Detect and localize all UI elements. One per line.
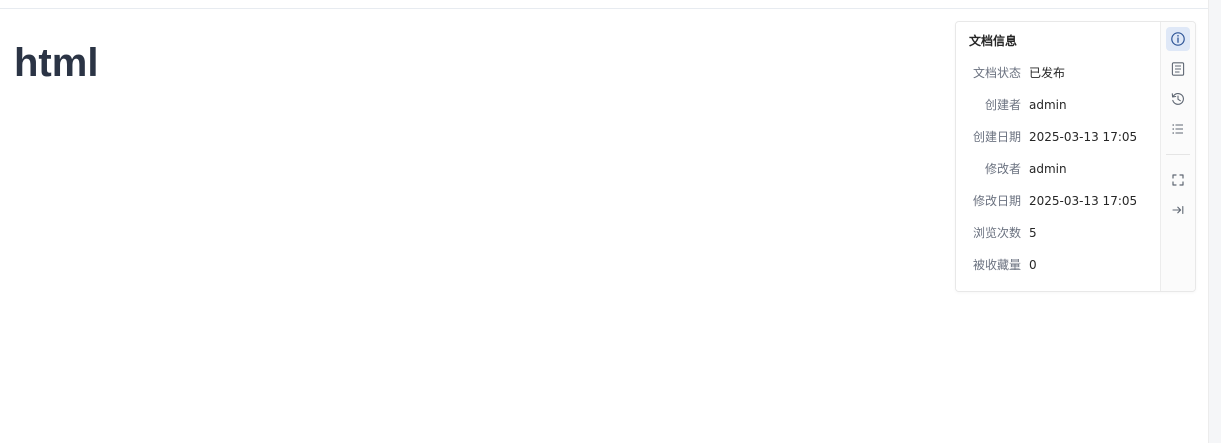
info-value: 5	[1029, 226, 1037, 240]
info-row-document-status: 文档状态 已发布	[956, 64, 1160, 82]
info-row-created-date: 创建日期 2025-03-13 17:05	[956, 128, 1160, 146]
info-label: 被收藏量	[972, 258, 1021, 272]
info-label: 修改日期	[972, 194, 1021, 208]
info-icon	[1171, 32, 1185, 46]
vertical-scrollbar[interactable]	[1208, 0, 1221, 443]
fullscreen-icon	[1172, 174, 1184, 186]
info-button[interactable]	[1166, 27, 1190, 51]
document-info-content: 文档信息 文档状态 已发布 创建者 admin 创建日期 2025-03-13 …	[956, 22, 1160, 291]
info-row-view-count: 浏览次数 5	[956, 224, 1160, 242]
fullscreen-button[interactable]	[1166, 168, 1190, 192]
info-value: 0	[1029, 258, 1037, 272]
info-label: 浏览次数	[972, 226, 1021, 240]
list-button[interactable]	[1166, 117, 1190, 141]
list-icon	[1172, 124, 1183, 134]
info-row-modified-date: 修改日期 2025-03-13 17:05	[956, 192, 1160, 210]
panel-heading: 文档信息	[969, 34, 1018, 48]
info-value: admin	[1029, 162, 1067, 176]
history-icon	[1171, 92, 1184, 105]
info-label: 修改者	[984, 162, 1021, 176]
collapse-panel-button[interactable]	[1166, 198, 1190, 222]
history-button[interactable]	[1166, 87, 1190, 111]
top-border	[0, 0, 1209, 9]
info-value: 2025-03-13 17:05	[1029, 194, 1138, 208]
info-label: 创建日期	[972, 130, 1021, 144]
info-value: 已发布	[1029, 66, 1066, 80]
document-outline-icon	[1171, 62, 1185, 76]
document-page: html 文档信息 文档状态 已发布 创建者 admin 创建日期 2025-0…	[0, 0, 1221, 443]
document-side-toolbar	[1160, 22, 1195, 291]
info-label: 创建者	[984, 98, 1021, 112]
document-title: html	[14, 41, 99, 85]
info-row-modifier: 修改者 admin	[956, 160, 1160, 178]
collapse-panel-icon	[1172, 205, 1184, 215]
toolbar-divider	[1166, 154, 1190, 155]
info-value: 2025-03-13 17:05	[1029, 130, 1138, 144]
info-row-creator: 创建者 admin	[956, 96, 1160, 114]
info-row-favorite-count: 被收藏量 0	[956, 256, 1160, 274]
info-value: admin	[1029, 98, 1067, 112]
document-info-panel: 文档信息 文档状态 已发布 创建者 admin 创建日期 2025-03-13 …	[955, 21, 1196, 292]
info-label: 文档状态	[972, 66, 1021, 80]
document-outline-button[interactable]	[1166, 57, 1190, 81]
